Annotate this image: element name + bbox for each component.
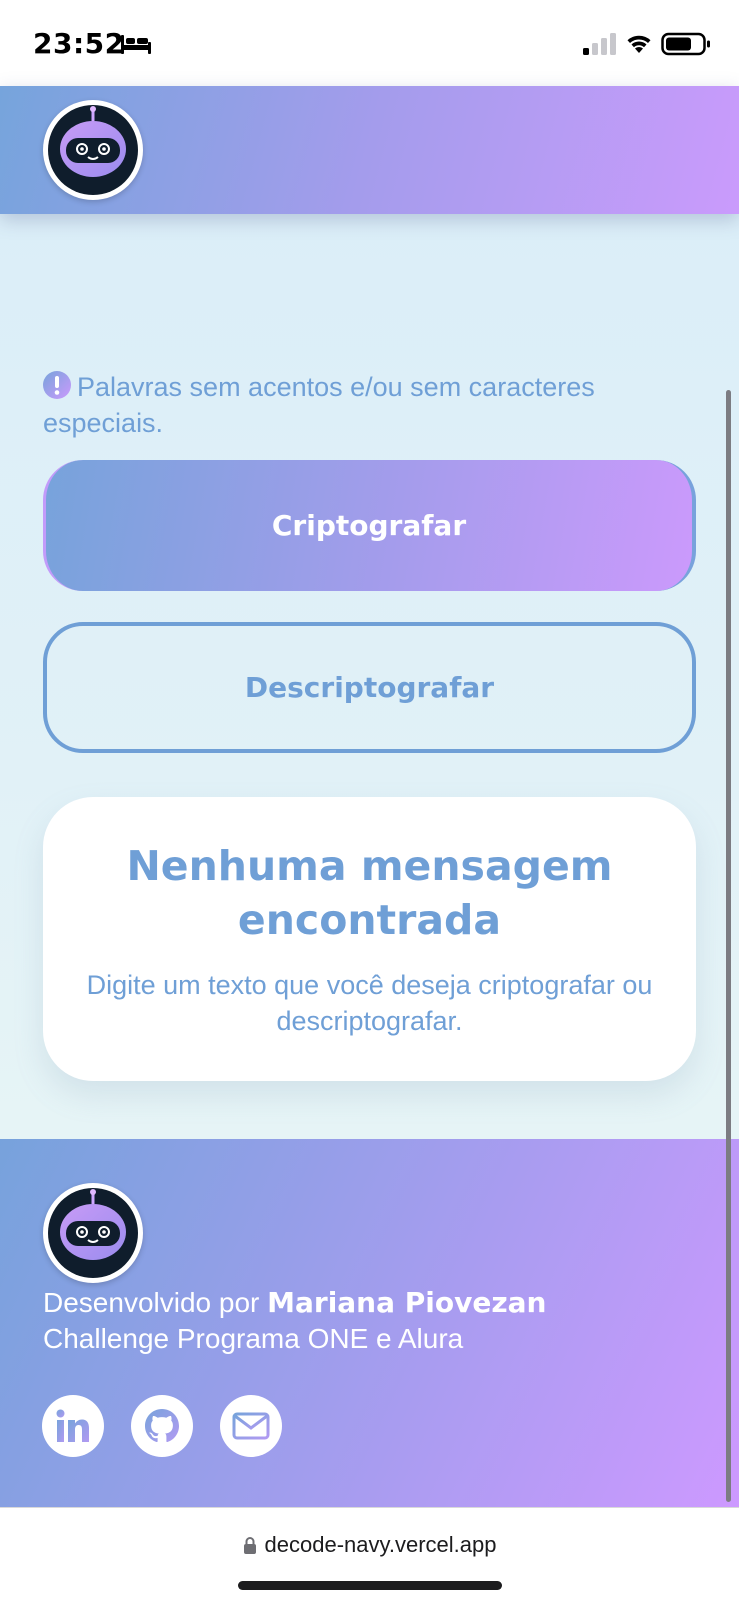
app-header (0, 86, 739, 214)
robot-logo[interactable] (43, 100, 143, 200)
footer: Desenvolvido por Mariana Piovezan Challe… (0, 1139, 739, 1507)
wifi-icon (627, 35, 651, 53)
decrypt-button[interactable]: Descriptografar (43, 622, 696, 753)
battery-icon (661, 32, 710, 56)
email-icon (232, 1412, 270, 1440)
linkedin-link[interactable] (42, 1395, 104, 1457)
github-link[interactable] (131, 1395, 193, 1457)
encrypt-button[interactable]: Criptografar (43, 460, 696, 591)
notice: Palavras sem acentos e/ou sem caracteres… (43, 369, 683, 441)
robot-icon (48, 1188, 138, 1278)
scrollbar[interactable] (726, 390, 731, 1502)
address-bar[interactable]: decode-navy.vercel.app (0, 1532, 739, 1558)
credits: Desenvolvido por Mariana Piovezan Challe… (43, 1285, 703, 1357)
main-content: Palavras sem acentos e/ou sem caracteres… (0, 214, 739, 1139)
empty-message-text: Digite um texto que você deseja criptogr… (86, 970, 653, 1036)
status-bar: 23:52 (0, 0, 739, 86)
empty-message-card: Nenhuma mensagem encontrada Digite um te… (43, 797, 696, 1081)
empty-message-title: Nenhuma mensagem encontrada (126, 842, 613, 944)
signal-icon (583, 33, 616, 55)
author-name: Mariana Piovezan (267, 1286, 547, 1319)
developed-by-label: Desenvolvido por (43, 1287, 268, 1318)
email-link[interactable] (220, 1395, 282, 1457)
home-indicator (238, 1581, 502, 1590)
notice-text: Palavras sem acentos e/ou sem caracteres… (43, 372, 595, 438)
linkedin-icon (56, 1409, 89, 1442)
footer-robot-logo (43, 1183, 143, 1283)
lock-icon (243, 1537, 256, 1554)
challenge-line: Challenge Programa ONE e Alura (43, 1323, 464, 1354)
browser-bar: decode-navy.vercel.app (0, 1507, 739, 1600)
developed-by-line: Desenvolvido por Mariana Piovezan (43, 1285, 703, 1321)
url-text: decode-navy.vercel.app (264, 1532, 497, 1557)
github-icon (145, 1409, 179, 1443)
status-time: 23:52 (33, 27, 125, 60)
exclamation-circle-icon (43, 371, 71, 399)
bed-icon (121, 35, 151, 54)
robot-icon (48, 105, 138, 195)
